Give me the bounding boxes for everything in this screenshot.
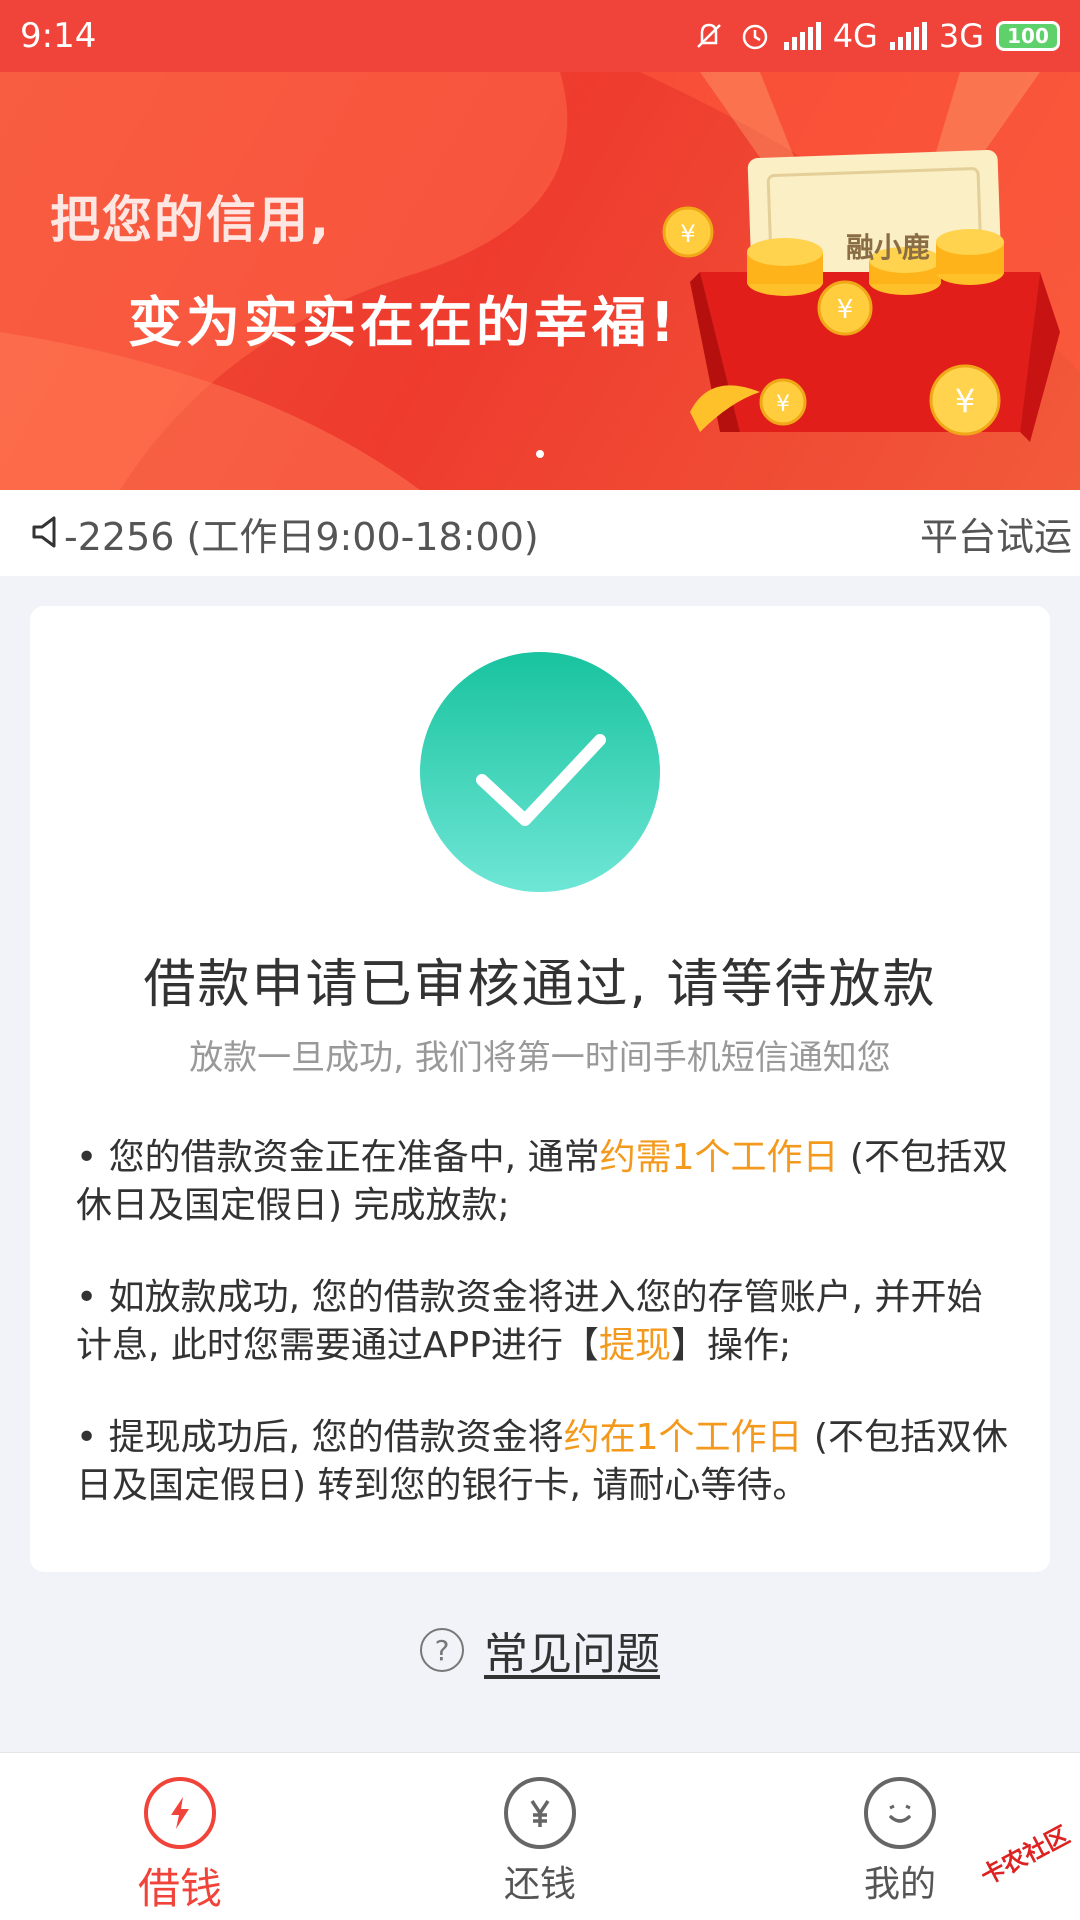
bullet-text: 】操作; xyxy=(670,1325,792,1366)
tab-repay[interactable]: 还钱 xyxy=(440,1753,640,1920)
signal-icon-2 xyxy=(889,22,927,50)
bullet-highlight: 约在1个工作日 xyxy=(563,1417,803,1458)
mute-icon xyxy=(696,23,721,48)
yen-icon xyxy=(504,1777,576,1849)
svg-text:¥: ¥ xyxy=(837,295,854,325)
info-bullet-3: • 提现成功后, 您的借款资金将约在1个工作日 (不包括双休日及国定假日) 转到… xyxy=(76,1414,1016,1510)
tab-borrow[interactable]: 借钱 xyxy=(80,1753,280,1920)
notice-text: -2256 (工作日9:00-18:00) xyxy=(64,515,539,559)
banner-headline-1: 把您的信用, xyxy=(50,191,331,249)
bullet-text: • 您的借款资金正在准备中, 通常 xyxy=(76,1137,600,1178)
tab-label: 借钱 xyxy=(137,1864,222,1913)
promo-banner[interactable]: ¥ ¥ ¥ ¥ 把您的信用, 变为实实在在的幸福! 融小鹿 xyxy=(0,72,1080,490)
alarm-icon xyxy=(742,24,767,50)
battery-icon: 100 xyxy=(996,21,1060,51)
faq-label[interactable]: 常见问题 xyxy=(484,1618,660,1682)
brand-logo-text: 融小鹿 xyxy=(846,231,931,264)
bullet-text: • 如放款成功, 您的借款资金将进入您的存管账户, 并开始计息, 此时您需要通过… xyxy=(76,1277,983,1366)
notice-text-next: 平台试运 xyxy=(920,515,1073,559)
info-bullet-2: • 如放款成功, 您的借款资金将进入您的存管账户, 并开始计息, 此时您需要通过… xyxy=(76,1274,1016,1370)
smiley-icon xyxy=(864,1777,936,1849)
faq-link[interactable]: ? 常见问题 xyxy=(0,1620,1080,1680)
signal-icon xyxy=(783,22,821,50)
success-check-icon xyxy=(420,652,660,892)
status-subtitle: 放款一旦成功, 我们将第一时间手机短信通知您 xyxy=(189,1038,891,1078)
banner-headline-2: 变为实实在在的幸福! xyxy=(128,291,679,354)
network-type-2: 3G xyxy=(938,17,984,55)
tab-label: 我的 xyxy=(863,1864,936,1905)
tab-mine[interactable]: 我的 xyxy=(800,1753,1000,1920)
info-bullet-1: • 您的借款资金正在准备中, 通常约需1个工作日 (不包括双休日及国定假日) 完… xyxy=(76,1134,1016,1230)
bottom-tab-bar: 借钱 还钱 我的 xyxy=(0,1752,1080,1920)
app-screen: 9:14 4G 3G 100 ¥ ¥ ¥ ¥ 把您的信用, 变为实实在在的幸福!… xyxy=(0,0,1080,1920)
notice-marquee[interactable]: -2256 (工作日9:00-18:00) 平台试运 xyxy=(0,490,1080,576)
status-title: 借款申请已审核通过, 请等待放款 xyxy=(143,955,937,1015)
svg-text:¥: ¥ xyxy=(776,392,790,417)
tab-label: 还钱 xyxy=(503,1864,576,1905)
status-time: 9:14 xyxy=(20,16,97,56)
bullet-highlight: 约需1个工作日 xyxy=(599,1137,839,1178)
status-icons: 4G 3G 100 xyxy=(692,17,1060,55)
bullet-text: • 提现成功后, 您的借款资金将 xyxy=(76,1417,564,1458)
carousel-indicator[interactable] xyxy=(536,450,544,458)
network-type-1: 4G xyxy=(832,17,878,55)
speaker-icon xyxy=(32,516,56,548)
svg-text:¥: ¥ xyxy=(955,382,975,420)
lightning-icon xyxy=(144,1777,216,1849)
svg-text:¥: ¥ xyxy=(680,220,695,248)
question-icon: ? xyxy=(420,1628,464,1672)
status-bar: 9:14 4G 3G 100 xyxy=(0,0,1080,72)
bullet-highlight: 提现 xyxy=(598,1325,671,1366)
status-card: 借款申请已审核通过, 请等待放款 放款一旦成功, 我们将第一时间手机短信通知您 … xyxy=(30,606,1050,1572)
